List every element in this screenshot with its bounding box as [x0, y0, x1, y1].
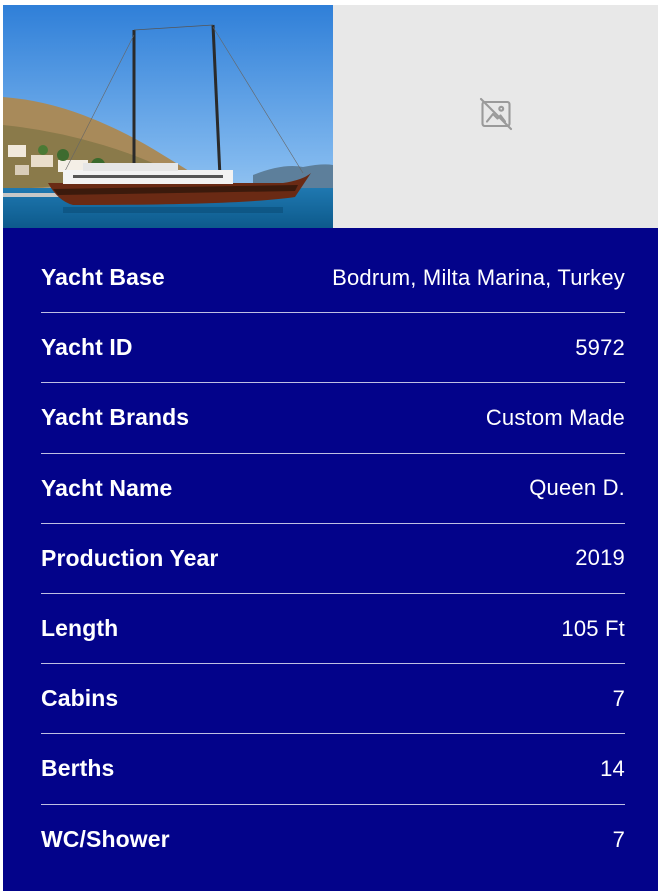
- image-gallery: [3, 5, 658, 228]
- spec-row-yacht-brands: Yacht Brands Custom Made: [41, 383, 625, 454]
- yacht-photo[interactable]: [3, 5, 333, 228]
- spec-value: 2019: [575, 545, 625, 571]
- spec-value: Bodrum, Milta Marina, Turkey: [332, 264, 625, 290]
- spec-label: Yacht Brands: [41, 404, 190, 431]
- spec-row-production-year: Production Year 2019: [41, 524, 625, 594]
- yacht-photo-image: [3, 5, 333, 228]
- spec-row-cabins: Cabins 7: [41, 664, 625, 735]
- spec-value: Queen D.: [529, 475, 625, 501]
- spec-value: Custom Made: [485, 404, 625, 430]
- spec-row-yacht-id: Yacht ID 5972: [41, 313, 625, 384]
- spec-row-berths: Berths 14: [41, 734, 625, 805]
- spec-value: 105 Ft: [561, 615, 625, 641]
- spec-value: 7: [612, 685, 625, 711]
- spec-value: 14: [600, 755, 625, 781]
- spec-row-wc-shower: WC/Shower 7: [41, 805, 625, 875]
- spec-label: WC/Shower: [41, 826, 170, 853]
- spec-label: Length: [41, 615, 119, 642]
- spec-label: Yacht Name: [41, 474, 173, 501]
- spec-label: Yacht Base: [41, 264, 165, 291]
- image-off-icon: [478, 96, 514, 137]
- spec-row-length: Length 105 Ft: [41, 594, 625, 665]
- yacht-specs-panel: Yacht Base Bodrum, Milta Marina, Turkey …: [3, 228, 658, 891]
- spec-row-yacht-base: Yacht Base Bodrum, Milta Marina, Turkey: [41, 243, 625, 314]
- image-placeholder[interactable]: [333, 5, 658, 228]
- spec-value: 5972: [575, 334, 625, 360]
- spec-label: Cabins: [41, 685, 119, 712]
- spec-label: Berths: [41, 755, 115, 782]
- spec-label: Production Year: [41, 544, 219, 571]
- spec-label: Yacht ID: [41, 334, 133, 361]
- spec-row-yacht-name: Yacht Name Queen D.: [41, 454, 625, 524]
- spec-value: 7: [612, 826, 625, 852]
